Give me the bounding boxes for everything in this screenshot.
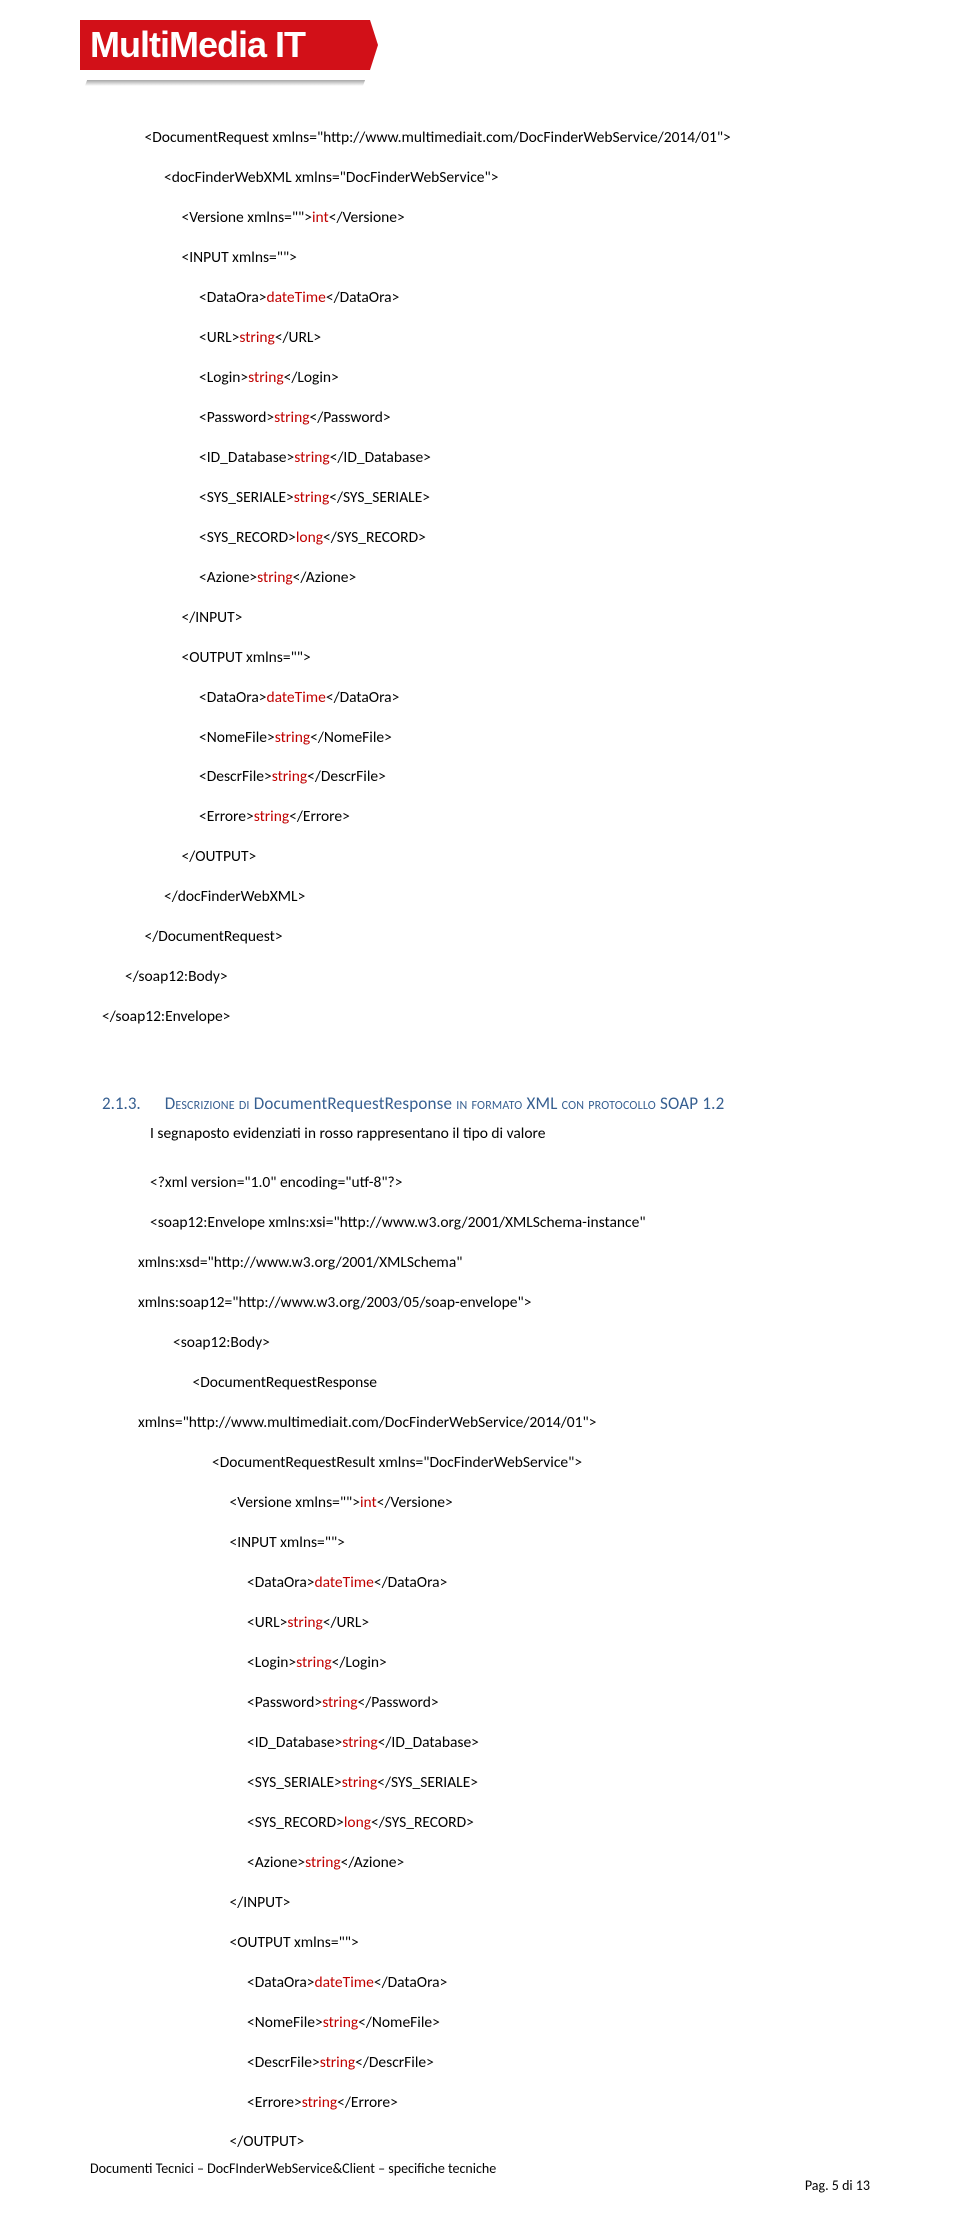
- paragraph: I segnaposto evidenziati in rosso rappre…: [150, 1124, 870, 1143]
- logo-part-a: Multi: [90, 24, 169, 65]
- xml-block-2: <?xml version="1.0" encoding="utf-8"?> <…: [138, 1153, 870, 2192]
- code-line: <OUTPUT xmlns="">: [138, 1933, 870, 1953]
- code-line: <Errore>string</Errore>: [90, 807, 870, 827]
- code-line: xmlns="http://www.multimediait.com/DocFi…: [138, 1413, 870, 1433]
- code-line: <SYS_SERIALE>string</SYS_SERIALE>: [90, 488, 870, 508]
- code-line: xmlns:soap12="http://www.w3.org/2003/05/…: [138, 1293, 870, 1313]
- section-heading: 2.1.3. Descrizione di DocumentRequestRes…: [102, 1093, 870, 1114]
- code-line: <DataOra>dateTime</DataOra>: [138, 1573, 870, 1593]
- code-line: <?xml version="1.0" encoding="utf-8"?>: [138, 1173, 870, 1193]
- code-line: <DataOra>dateTime</DataOra>: [138, 1973, 870, 1993]
- code-line: </soap12:Envelope>: [90, 1007, 870, 1027]
- code-line: <ID_Database>string</ID_Database>: [90, 448, 870, 468]
- logo: MultiMedia IT: [80, 20, 370, 80]
- footer-left: Documenti Tecnici – DocFInderWebService&…: [90, 2160, 870, 2177]
- code-line: </OUTPUT>: [138, 2132, 870, 2152]
- logo-part-b: Media: [169, 24, 266, 65]
- code-line: <Versione xmlns="">int</Versione>: [90, 208, 870, 228]
- xml-block-1: <DocumentRequest xmlns="http://www.multi…: [90, 108, 870, 1067]
- code-line: <Azione>string</Azione>: [90, 568, 870, 588]
- code-line: <docFinderWebXML xmlns="DocFinderWebServ…: [90, 168, 870, 188]
- code-line: </docFinderWebXML>: [90, 887, 870, 907]
- code-line: <URL>string</URL>: [90, 328, 870, 348]
- code-line: <NomeFile>string</NomeFile>: [138, 2013, 870, 2033]
- code-line: <DescrFile>string</DescrFile>: [138, 2053, 870, 2073]
- logo-text: MultiMedia IT: [90, 20, 305, 70]
- code-line: </INPUT>: [90, 608, 870, 628]
- code-line: <Azione>string</Azione>: [138, 1853, 870, 1873]
- code-line: <ID_Database>string</ID_Database>: [138, 1733, 870, 1753]
- code-line: <DescrFile>string</DescrFile>: [90, 767, 870, 787]
- section-number: 2.1.3.: [102, 1093, 141, 1114]
- code-line: </OUTPUT>: [90, 847, 870, 867]
- code-line: <DataOra>dateTime</DataOra>: [90, 688, 870, 708]
- code-line: <DocumentRequest xmlns="http://www.multi…: [90, 128, 870, 148]
- logo-shadow: [85, 80, 365, 86]
- code-line: <Errore>string</Errore>: [138, 2093, 870, 2113]
- code-line: <soap12:Envelope xmlns:xsi="http://www.w…: [138, 1213, 870, 1233]
- code-line: <SYS_RECORD>long</SYS_RECORD>: [90, 528, 870, 548]
- code-line: <Password>string</Password>: [138, 1693, 870, 1713]
- code-line: <DocumentRequestResult xmlns="DocFinderW…: [138, 1453, 870, 1473]
- code-line: <Versione xmlns="">int</Versione>: [138, 1493, 870, 1513]
- code-line: <SYS_RECORD>long</SYS_RECORD>: [138, 1813, 870, 1833]
- page: MultiMedia IT <DocumentRequest xmlns="ht…: [0, 0, 960, 2222]
- code-line: <NomeFile>string</NomeFile>: [90, 728, 870, 748]
- code-line: <URL>string</URL>: [138, 1613, 870, 1633]
- code-line: <Password>string</Password>: [90, 408, 870, 428]
- code-line: <Login>string</Login>: [138, 1653, 870, 1673]
- code-line: <OUTPUT xmlns="">: [90, 648, 870, 668]
- code-line: <DocumentRequestResponse: [138, 1373, 870, 1393]
- code-line: <soap12:Body>: [138, 1333, 870, 1353]
- footer-page-number: Pag. 5 di 13: [90, 2177, 870, 2194]
- code-line: <INPUT xmlns="">: [90, 248, 870, 268]
- code-line: </soap12:Body>: [90, 967, 870, 987]
- page-footer: Documenti Tecnici – DocFInderWebService&…: [90, 2160, 870, 2194]
- code-line: xmlns:xsd="http://www.w3.org/2001/XMLSch…: [138, 1253, 870, 1273]
- code-line: </INPUT>: [138, 1893, 870, 1913]
- logo-part-c: IT: [266, 24, 305, 65]
- code-line: <Login>string</Login>: [90, 368, 870, 388]
- code-line: <DataOra>dateTime</DataOra>: [90, 288, 870, 308]
- code-line: </DocumentRequest>: [90, 927, 870, 947]
- code-line: <SYS_SERIALE>string</SYS_SERIALE>: [138, 1773, 870, 1793]
- section-title: Descrizione di DocumentRequestResponse i…: [165, 1093, 725, 1114]
